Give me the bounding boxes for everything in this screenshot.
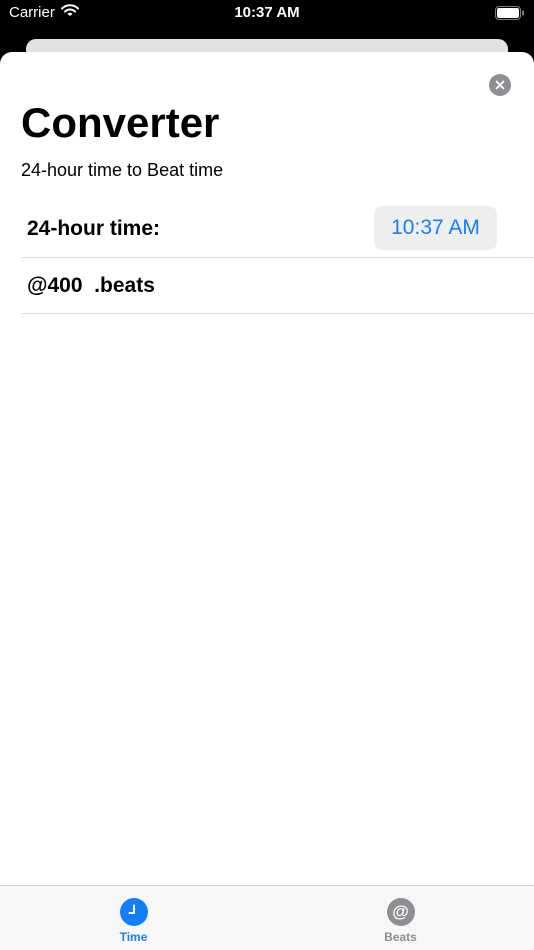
tab-bar: Time @ Beats [0, 885, 534, 950]
page-subtitle: 24-hour time to Beat time [21, 160, 224, 180]
page-title: Converter [21, 99, 220, 146]
at-sign-icon: @ [386, 898, 415, 926]
status-time: 10:37 AM [234, 4, 300, 21]
beats-row: @400 .beats [21, 258, 534, 314]
modal-sheet: Converter 24-hour time to Beat time 24-h… [0, 52, 534, 950]
status-bar: Carrier 10:37 AM [0, 0, 534, 30]
close-button[interactable] [489, 74, 511, 96]
tab-time[interactable]: Time [0, 886, 267, 950]
tab-time-label: Time [119, 930, 148, 944]
close-icon [495, 80, 505, 90]
time-label: 24-hour time: [27, 217, 161, 240]
time-row: 24-hour time: 10:37 AM [21, 204, 534, 258]
battery-icon [495, 6, 525, 25]
tab-beats[interactable]: @ Beats [267, 886, 534, 950]
time-picker-button[interactable]: 10:37 AM [374, 206, 497, 250]
tab-beats-label: Beats [384, 930, 417, 944]
clock-icon [119, 898, 148, 926]
beats-value: @400 .beats [27, 274, 155, 297]
